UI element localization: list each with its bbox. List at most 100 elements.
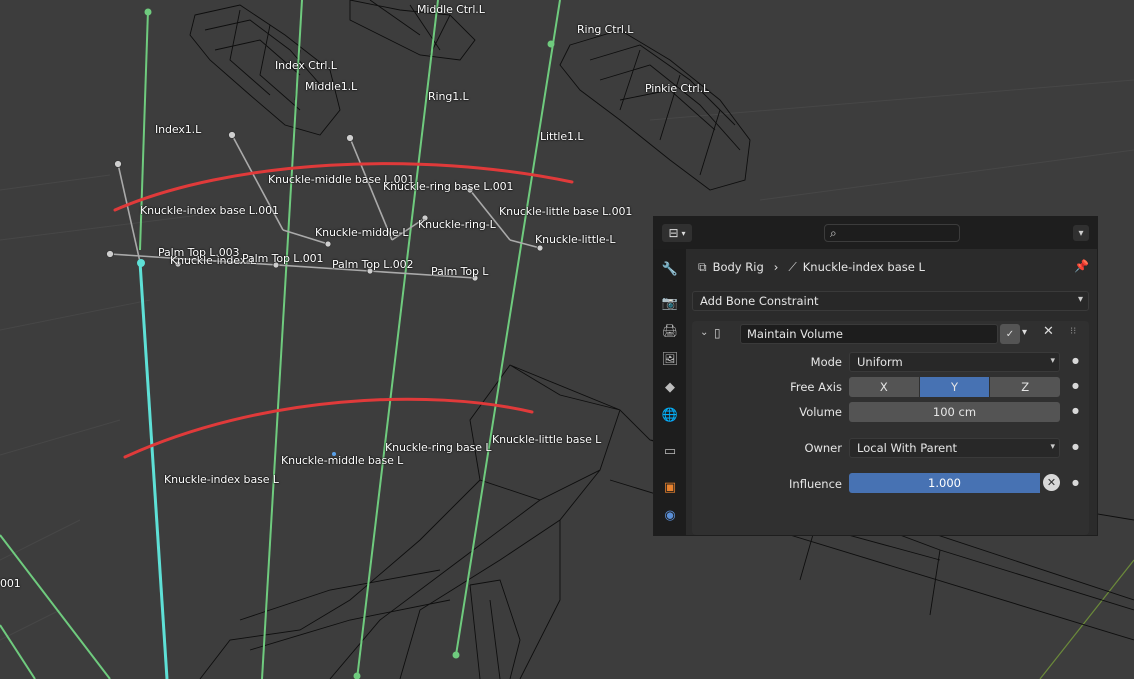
object-tab[interactable]: ▣ <box>658 475 682 499</box>
bone-label: Pinkie Ctrl.L <box>645 82 710 95</box>
world-tab[interactable]: 🌐 <box>658 403 682 427</box>
chevron-down-icon: ▾ <box>1077 294 1083 305</box>
bone-label: Ring1.L <box>428 90 469 103</box>
bone-label: Middle Ctrl.L <box>417 3 485 16</box>
bone-label: Middle1.L <box>305 80 358 93</box>
panel-header: ⊟ ▾ ⌕ ▾ <box>654 217 1097 249</box>
free-axis-label: Free Axis <box>790 380 842 394</box>
influence-value: 1.000 <box>928 476 961 490</box>
constraint-name: Maintain Volume <box>747 327 843 341</box>
chevron-down-icon: ▾ <box>1078 227 1084 239</box>
scene-tab[interactable]: ◆ <box>658 375 682 399</box>
bone-label: Knuckle-middle-L <box>315 226 409 239</box>
owner-label: Owner <box>804 441 842 455</box>
keyframe-dot-icon[interactable]: ● <box>1072 478 1079 487</box>
options-dropdown-button[interactable]: ▾ <box>1073 225 1089 241</box>
volume-field[interactable]: 100 cm <box>849 402 1060 422</box>
view-layer-tab[interactable]: 🖼 <box>658 347 682 371</box>
bone-label: Knuckle-index base L.001 <box>140 204 279 217</box>
bone-label: Ring Ctrl.L <box>577 23 634 36</box>
bone-label: Knuckle-middle base L <box>281 454 404 467</box>
bone-label: Little1.L <box>540 130 584 143</box>
bone-label: Knuckle-ring-L <box>418 218 496 231</box>
object-icon: ▣ <box>663 479 677 495</box>
properties-content: ⧉ Body Rig › ⟋ Knuckle-index base L 📌 Ad… <box>686 249 1097 535</box>
render-tab[interactable]: 📷 <box>658 291 682 315</box>
enable-toggle[interactable]: ✓ <box>1000 324 1020 344</box>
influence-slider[interactable]: 1.000 <box>849 473 1040 493</box>
chevron-down-icon[interactable]: ▾ <box>1022 327 1027 338</box>
bone-label: Knuckle-little base L <box>492 433 602 446</box>
checkmark-icon: ✓ <box>1005 328 1015 340</box>
owner-value: Local With Parent <box>857 441 958 455</box>
search-icon: ⌕ <box>830 226 837 240</box>
search-input[interactable]: ⌕ <box>824 224 960 242</box>
printer-icon: 🖨 <box>661 323 679 339</box>
tool-tab[interactable]: 🔧 <box>658 257 682 281</box>
bone-label: Palm Top L.002 <box>332 258 414 271</box>
bone-label: Index Ctrl.L <box>275 59 337 72</box>
scene-icon: ◆ <box>665 379 675 395</box>
volume-label: Volume <box>799 405 842 419</box>
maintain-volume-icon: ▯ <box>714 326 721 340</box>
bone-constraint-tab[interactable]: ◉ <box>658 503 682 527</box>
owner-space-dropdown[interactable]: Local With Parent ▾ <box>849 438 1060 458</box>
bone-label: Knuckle-ring base L.001 <box>383 180 514 193</box>
properties-tabs: 🔧 📷 🖨 🖼 ◆ 🌐 ▭ ▣ ◉ <box>654 249 686 536</box>
keyframe-dot-icon[interactable]: ● <box>1072 442 1079 451</box>
mode-value: Uniform <box>857 355 903 369</box>
axis-y-button[interactable]: Y <box>919 377 990 397</box>
breadcrumb-separator: › <box>773 260 779 274</box>
bone-label: Index1.L <box>155 123 202 136</box>
constraint-name-field[interactable]: Maintain Volume <box>740 324 998 344</box>
bone-constraint-icon: ◉ <box>664 507 676 523</box>
properties-editor-icon: ⊟ <box>668 226 679 240</box>
pin-icon[interactable]: 📌 <box>1074 259 1089 273</box>
output-tab[interactable]: 🖨 <box>658 319 682 343</box>
wrench-icon: 🔧 <box>661 261 679 277</box>
bone-icon: ⟋ <box>788 259 797 274</box>
bone-label: Knuckle-ring base L <box>385 441 492 454</box>
mode-label: Mode <box>810 355 842 369</box>
constraint-panel: ⌄ ▯ Maintain Volume ✓ ▾ ✕ ⁝⁝ Mode Unifor… <box>692 321 1089 535</box>
chevron-down-icon: ▾ <box>1050 356 1055 366</box>
bone-label: Palm Top L <box>431 265 489 278</box>
add-bone-constraint-dropdown[interactable]: Add Bone Constraint ▾ <box>692 291 1089 311</box>
mode-dropdown[interactable]: Uniform ▾ <box>849 352 1060 372</box>
influence-label: Influence <box>789 477 842 491</box>
bone-label: Knuckle-little-L <box>535 233 616 246</box>
chevron-down-icon: ▾ <box>1050 442 1055 452</box>
free-axis-selector: X Y Z <box>849 377 1061 397</box>
drag-handle-icon[interactable]: ⁝⁝ <box>1070 326 1076 337</box>
bone-label: Palm Top L.001 <box>242 252 324 265</box>
collection-box-icon: ▭ <box>663 443 677 459</box>
keyframe-dot-icon[interactable]: ● <box>1072 356 1079 365</box>
delete-icon[interactable]: ✕ <box>1043 324 1054 339</box>
y-axis-line <box>1039 559 1134 679</box>
bone-label: Knuckle-little base L.001 <box>499 205 633 218</box>
volume-value: 100 cm <box>932 405 977 419</box>
bones <box>0 0 561 679</box>
selected-bone-head <box>137 259 145 267</box>
image-icon: 🖼 <box>661 351 679 367</box>
breadcrumb-object[interactable]: Body Rig <box>713 260 764 274</box>
disable-keep-transform-icon[interactable]: ✕ <box>1043 474 1060 491</box>
axis-x-button[interactable]: X <box>849 377 919 397</box>
editor-type-button[interactable]: ⊟ ▾ <box>662 224 692 242</box>
breadcrumb-bone[interactable]: Knuckle-index base L <box>803 260 925 274</box>
world-icon: 🌐 <box>661 407 679 423</box>
armature-object-icon: ⧉ <box>698 259 707 274</box>
bone-label: Knuckle-index base L <box>164 473 279 486</box>
add-bone-constraint-label: Add Bone Constraint <box>700 294 819 308</box>
keyframe-dot-icon[interactable]: ● <box>1072 406 1079 415</box>
axis-z-button[interactable]: Z <box>990 377 1061 397</box>
selected-bone <box>138 261 169 679</box>
collection-tab[interactable]: ▭ <box>658 439 682 463</box>
bone-label: 001 <box>0 577 21 590</box>
keyframe-dot-icon[interactable]: ● <box>1072 381 1079 390</box>
camera-back-icon: 📷 <box>661 295 679 311</box>
bone-heads <box>144 8 555 679</box>
chevron-down-icon: ▾ <box>681 228 686 238</box>
collapse-chevron-icon[interactable]: ⌄ <box>700 327 708 338</box>
properties-panel: ⊟ ▾ ⌕ ▾ 🔧 📷 🖨 🖼 ◆ 🌐 ▭ ▣ ◉ ⧉ Body Rig › ⟋… <box>653 216 1098 536</box>
